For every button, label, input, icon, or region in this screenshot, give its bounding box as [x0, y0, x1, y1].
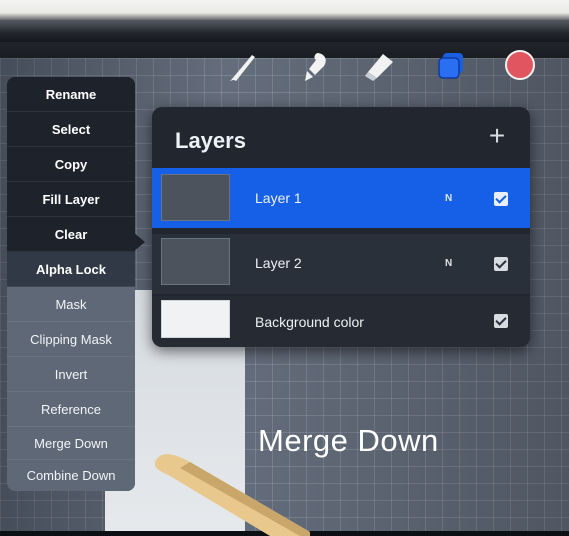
tablet-bezel [0, 20, 569, 42]
smudge-icon[interactable] [298, 48, 332, 84]
layers-panel: Layers + Layer 1 N Layer 2 N Background … [152, 107, 530, 347]
visibility-checkbox[interactable] [494, 192, 508, 206]
background-color-swatch [161, 300, 230, 338]
layer-thumbnail [161, 238, 230, 285]
visibility-checkbox[interactable] [494, 257, 508, 271]
menu-item-alpha-lock[interactable]: Alpha Lock [7, 252, 135, 287]
layers-icon[interactable] [434, 48, 468, 84]
layer-row-background-color[interactable]: Background color [152, 296, 530, 347]
menu-item-merge-down[interactable]: Merge Down [7, 427, 135, 460]
menu-item-rename[interactable]: Rename [7, 77, 135, 112]
layer-thumbnail [161, 174, 230, 221]
brush-icon[interactable] [226, 48, 260, 84]
layers-title: Layers [175, 128, 246, 153]
layer-name: Background color [255, 314, 364, 330]
menu-pointer-arrow [133, 232, 145, 252]
stylus-pencil-icon [154, 454, 310, 536]
visibility-checkbox[interactable] [494, 314, 508, 328]
menu-item-select[interactable]: Select [7, 112, 135, 147]
menu-item-fill-layer[interactable]: Fill Layer [7, 182, 135, 217]
menu-item-mask[interactable]: Mask [7, 287, 135, 322]
menu-item-clipping-mask[interactable]: Clipping Mask [7, 322, 135, 357]
layer-row-layer-2[interactable]: Layer 2 N [152, 234, 530, 294]
blend-mode-button[interactable]: N [445, 258, 452, 269]
layer-name: Layer 1 [255, 190, 302, 206]
top-toolbar [220, 48, 550, 88]
color-swatch[interactable] [505, 50, 535, 80]
layer-name: Layer 2 [255, 255, 302, 271]
eraser-icon[interactable] [363, 48, 397, 84]
menu-item-invert[interactable]: Invert [7, 357, 135, 392]
menu-item-combine-down[interactable]: Combine Down [7, 460, 135, 491]
add-layer-button[interactable]: + [482, 121, 512, 151]
blend-mode-button[interactable]: N [445, 193, 452, 204]
layer-row-layer-1[interactable]: Layer 1 N [152, 168, 530, 228]
menu-item-clear[interactable]: Clear [7, 217, 135, 252]
menu-item-copy[interactable]: Copy [7, 147, 135, 182]
menu-item-reference[interactable]: Reference [7, 392, 135, 427]
layer-options-menu: Rename Select Copy Fill Layer Clear Alph… [7, 77, 135, 491]
